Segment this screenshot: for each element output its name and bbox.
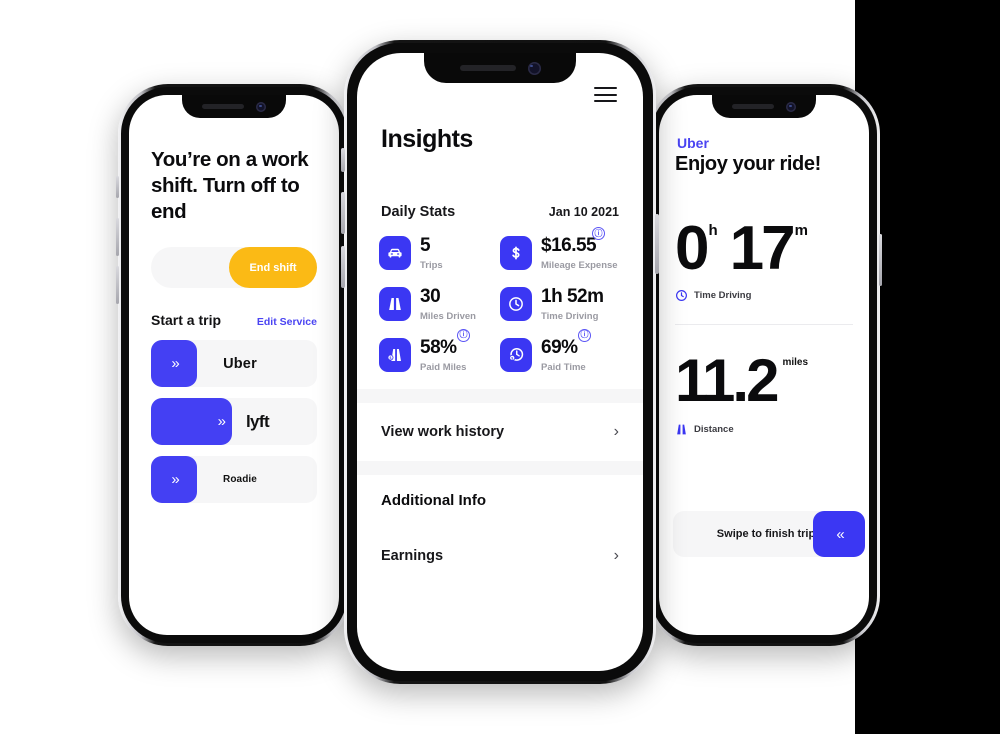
chevron-double-left-icon[interactable]: « xyxy=(813,511,865,557)
front-camera-icon xyxy=(786,101,796,112)
front-camera-icon xyxy=(256,101,266,112)
road-icon xyxy=(379,286,411,321)
stat-trips: 5 Trips xyxy=(379,236,500,271)
left-phone-screen: You’re on a work shift. Turn off to end … xyxy=(129,95,339,635)
dollar-icon xyxy=(500,236,532,270)
service-label-uber: Uber xyxy=(223,355,257,372)
distance-unit: miles xyxy=(782,357,809,369)
speaker-icon xyxy=(732,104,774,109)
trip-title: Enjoy your ride! xyxy=(675,153,821,175)
mockup-stage: You’re on a work shift. Turn off to end … xyxy=(0,0,1000,734)
right-phone-notch xyxy=(712,95,816,118)
service-label-lyft: lyft xyxy=(245,411,270,431)
time-hours: 0 xyxy=(675,214,710,283)
center-phone-mute-switch xyxy=(341,148,345,172)
swipe-to-finish-track[interactable]: Swipe to finish trip « xyxy=(673,511,865,557)
road-icon xyxy=(675,423,688,436)
stat-label: Paid Miles xyxy=(420,361,467,373)
stat-paid-time: $ 69% Paid Time ⓘ xyxy=(500,328,621,373)
section-divider xyxy=(357,388,643,403)
time-driving-value: 0 h 17 m xyxy=(675,214,869,283)
distance-value: 11.2 xyxy=(675,347,779,415)
stat-label: Mileage Expense xyxy=(541,259,618,271)
stat-value: 5 xyxy=(420,235,431,256)
left-phone-notch xyxy=(182,95,286,118)
stat-mileage-expense: $16.55 Mileage Expense ⓘ xyxy=(500,227,621,271)
stat-value: $16.55 xyxy=(541,235,597,256)
view-work-history-row[interactable]: View work history › xyxy=(357,403,643,461)
paid-clock-icon: $ xyxy=(500,337,532,372)
edit-service-link[interactable]: Edit Service xyxy=(257,316,317,328)
list-item[interactable]: » lyft xyxy=(151,398,317,446)
chevron-right-icon: › xyxy=(613,546,619,564)
left-phone-volume-down xyxy=(116,266,119,304)
stat-paid-miles: $ 58% Paid Miles ⓘ xyxy=(379,328,500,373)
distance-label: Distance xyxy=(694,424,734,436)
stat-label: Trips xyxy=(420,259,443,271)
end-shift-button[interactable]: End shift xyxy=(229,247,317,289)
center-phone-volume-up xyxy=(341,192,345,234)
stat-value: 1h 52m xyxy=(541,285,604,307)
chevron-right-icon: › xyxy=(613,422,619,440)
earnings-label: Earnings xyxy=(381,547,444,564)
speaker-icon xyxy=(459,65,516,71)
info-icon[interactable]: ⓘ xyxy=(592,227,605,240)
time-driving-label: Time Driving xyxy=(694,290,752,302)
start-a-trip-label: Start a trip xyxy=(151,312,222,329)
center-phone-notch xyxy=(424,53,576,83)
clock-icon xyxy=(500,286,532,321)
swipe-to-finish-label: Swipe to finish trip xyxy=(716,528,816,540)
left-phone-mockup: You’re on a work shift. Turn off to end … xyxy=(116,84,352,646)
chevron-double-right-icon[interactable]: » xyxy=(151,340,197,388)
center-phone-mockup: Insights Daily Stats Jan 10 2021 5 Trips… xyxy=(341,40,659,684)
right-phone-power xyxy=(879,234,882,286)
shift-toggle-track[interactable]: End shift xyxy=(151,247,317,289)
list-item[interactable]: » Uber xyxy=(151,340,317,388)
trip-brand-label: Uber xyxy=(677,135,709,151)
svg-text:$: $ xyxy=(390,356,392,360)
left-phone-mute-switch xyxy=(116,176,119,198)
stat-miles-driven: 30 Miles Driven xyxy=(379,285,500,322)
clock-icon xyxy=(675,289,688,302)
hamburger-menu-icon[interactable] xyxy=(594,87,617,102)
work-shift-heading: You’re on a work shift. Turn off to end xyxy=(151,148,309,224)
stats-grid: 5 Trips $16.55 Mileage Expense ⓘ 30 Mile… xyxy=(357,220,643,373)
additional-info-title: Additional Info xyxy=(381,492,486,510)
stat-label: Time Driving xyxy=(541,310,599,322)
daily-stats-date: Jan 10 2021 xyxy=(548,205,619,219)
time-minutes: 17 xyxy=(729,214,796,283)
info-icon[interactable]: ⓘ xyxy=(457,328,470,342)
service-label-roadie: Roadie xyxy=(223,474,257,486)
stat-value: 30 xyxy=(420,285,441,307)
earnings-row[interactable]: Earnings › xyxy=(357,527,643,585)
front-camera-icon xyxy=(527,61,541,75)
paid-road-icon: $ xyxy=(379,337,411,372)
center-phone-screen: Insights Daily Stats Jan 10 2021 5 Trips… xyxy=(357,53,643,671)
info-icon[interactable]: ⓘ xyxy=(578,328,591,342)
service-list: » Uber » lyft » Roadie xyxy=(151,340,317,504)
chevron-double-right-icon[interactable]: » xyxy=(151,456,197,504)
left-phone-volume-up xyxy=(116,218,119,256)
stat-value: 69% xyxy=(541,336,578,358)
stat-label: Paid Time xyxy=(541,361,586,373)
list-item[interactable]: » Roadie xyxy=(151,456,317,504)
speaker-icon xyxy=(202,104,244,109)
divider xyxy=(675,324,853,326)
time-hours-unit: h xyxy=(708,222,718,239)
car-icon xyxy=(379,236,411,270)
section-divider xyxy=(357,460,643,475)
right-phone-mockup: Uber Enjoy your ride! 0 h 17 m Time Driv… xyxy=(646,84,882,646)
center-phone-volume-down xyxy=(341,246,345,288)
right-phone-screen: Uber Enjoy your ride! 0 h 17 m Time Driv… xyxy=(659,95,869,635)
view-work-history-label: View work history xyxy=(381,423,505,440)
stat-time-driving: 1h 52m Time Driving xyxy=(500,285,621,322)
time-minutes-unit: m xyxy=(794,222,808,239)
center-phone-power xyxy=(655,214,659,274)
chevron-double-right-icon[interactable]: » xyxy=(151,398,232,446)
svg-text:$: $ xyxy=(511,356,513,360)
daily-stats-label: Daily Stats xyxy=(381,204,456,220)
stat-label: Miles Driven xyxy=(420,310,476,322)
